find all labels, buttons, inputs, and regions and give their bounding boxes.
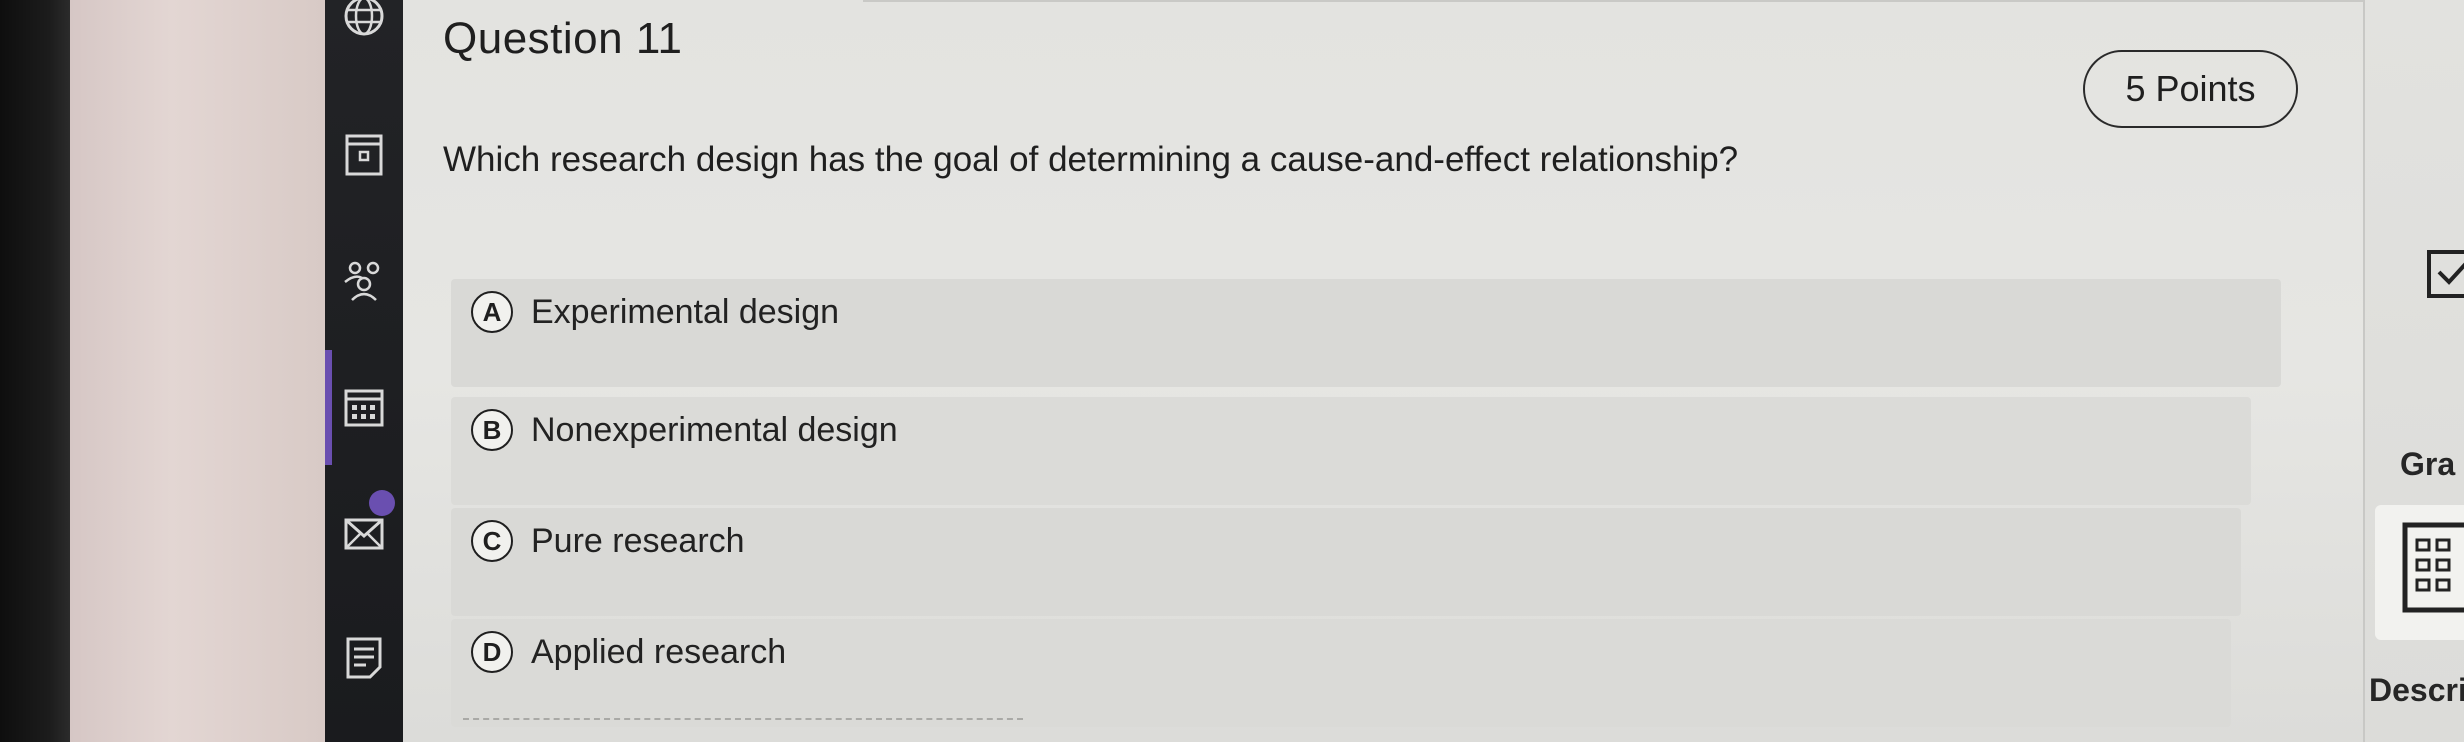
background-wall [70,0,325,742]
option-letter: A [471,291,513,333]
option-letter: B [471,409,513,451]
question-panel: Question 11 5 Points Which research desi… [403,0,2383,742]
messages-icon[interactable] [342,512,386,556]
question-prompt: Which research design has the goal of de… [443,140,1739,179]
points-badge: 5 Points [2083,50,2298,128]
option-a[interactable]: A Experimental design [451,279,2281,387]
people-icon[interactable] [342,258,386,302]
grades-icon[interactable] [342,635,386,679]
option-label: Pure research [531,522,745,560]
globe-icon[interactable] [342,0,386,38]
header-divider [863,0,2383,2]
calendar-icon[interactable] [342,385,386,429]
option-c[interactable]: C Pure research [451,508,2241,616]
active-nav-indicator [325,350,332,465]
option-label: Applied research [531,633,787,671]
option-b[interactable]: B Nonexperimental design [451,397,2251,505]
option-letter: C [471,520,513,562]
description-label: Descri [2369,672,2464,708]
nav-rail [325,0,403,742]
checklist-icon[interactable] [2425,242,2464,307]
option-label: Experimental design [531,293,840,331]
option-d[interactable]: D Applied research [451,619,2231,727]
section-divider [463,718,1023,720]
option-label: Nonexperimental design [531,411,898,449]
grade-label: Gra [2400,446,2456,482]
course-icon[interactable] [342,132,386,176]
monitor-bezel [0,0,70,742]
gradebook-icon [2402,522,2464,613]
right-sidebar: Gra Descri [2363,0,2464,742]
option-letter: D [471,631,513,673]
question-title: Question 11 [443,14,683,63]
gradebook-card[interactable] [2375,505,2464,640]
